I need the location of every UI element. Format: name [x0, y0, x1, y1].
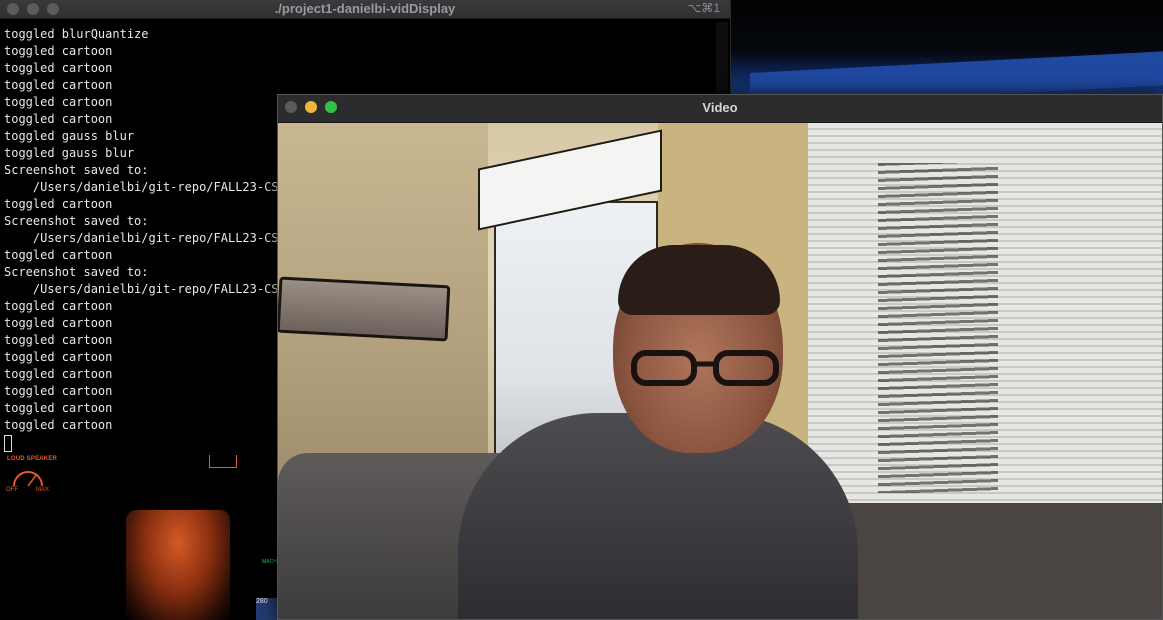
person-hair — [618, 245, 780, 315]
gauge-off-label: OFF — [6, 487, 18, 493]
desktop-background — [730, 0, 1163, 108]
video-window[interactable]: Video — [277, 94, 1163, 620]
cursor-icon — [4, 435, 12, 452]
gauge-max-label: MAX — [36, 487, 50, 493]
terminal-titlebar[interactable]: ./project1-danielbi-vidDisplay ⌥⌘1 — [0, 0, 730, 19]
terminal-shortcut: ⌥⌘1 — [687, 1, 720, 15]
wall-shelf — [278, 276, 451, 342]
terminal-line: toggled cartoon — [4, 44, 113, 58]
engine-glow — [126, 510, 230, 620]
blinds-shadow — [878, 163, 998, 493]
hud-bracket — [209, 455, 237, 468]
desk — [838, 503, 1162, 619]
terminal-title: ./project1-danielbi-vidDisplay — [274, 1, 456, 16]
terminal-line: toggled cartoon — [4, 78, 113, 92]
video-title: Video — [702, 100, 738, 115]
mach-label: MACH — [262, 559, 277, 565]
glasses-icon — [631, 350, 779, 386]
video-feed — [278, 123, 1162, 619]
terminal-line: toggled cartoon — [4, 61, 113, 75]
video-titlebar[interactable]: Video — [278, 95, 1162, 123]
game-view: LOUD SPEAKER OFF MAX MACH 280 — [0, 455, 280, 620]
terminal-line: toggled blurQuantize — [4, 27, 149, 41]
altitude-readout: 280 — [256, 598, 278, 620]
